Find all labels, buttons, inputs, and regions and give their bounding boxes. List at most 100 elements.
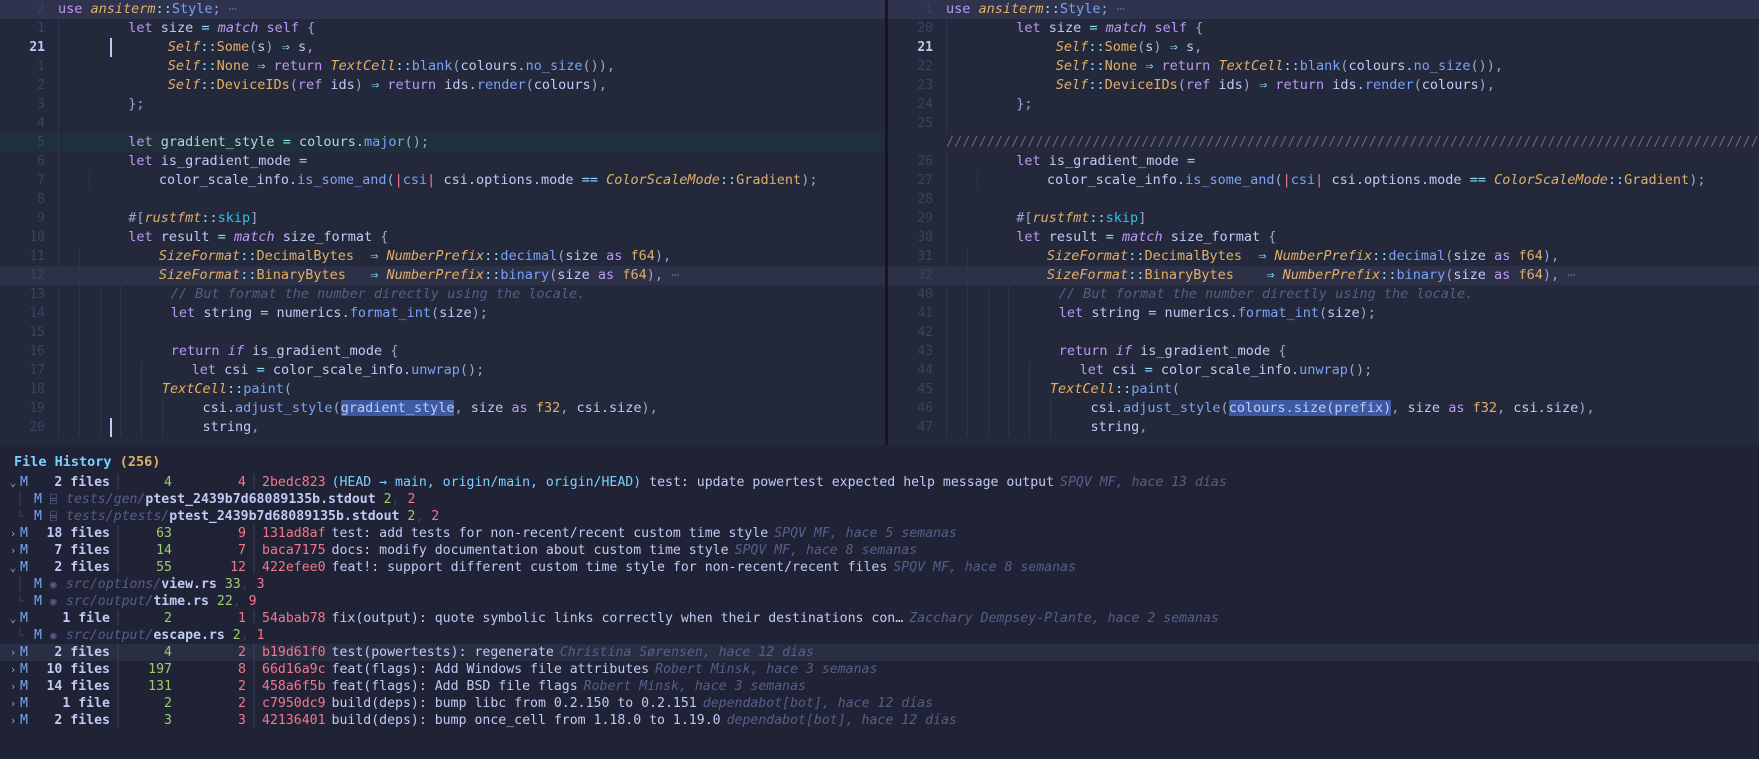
code-line: 7 color_scale_info.is_some_and(|csi| csi… xyxy=(0,171,885,190)
commit-row[interactable]: ›M14 files│1312│458a6f5bfeat(flags): Add… xyxy=(0,678,1759,695)
commit-row[interactable]: ›M7 files│147│baca7175docs: modify docum… xyxy=(0,542,1759,559)
text-cursor xyxy=(110,38,112,57)
file-additions: 2 xyxy=(384,491,392,508)
file-directory: tests/gen/ xyxy=(66,491,145,508)
deletions-count: 7 xyxy=(172,542,246,559)
additions-count: 14 xyxy=(126,542,172,559)
commit-hash[interactable]: 42136401 xyxy=(262,712,326,729)
code-line: 27 color_scale_info.is_some_and(|csi| cs… xyxy=(888,171,1759,190)
file-name: view.rs xyxy=(161,576,225,593)
divider: │ xyxy=(246,678,262,695)
chevron-icon[interactable]: › xyxy=(6,661,20,678)
commit-row[interactable]: ›M18 files│639│131ad8aftest: add tests f… xyxy=(0,525,1759,542)
code-line-cursor: 21 Self::Some(s) ⇒ s, xyxy=(888,38,1759,57)
files-count: 2 files xyxy=(36,644,110,661)
chevron-icon[interactable]: ⌄ xyxy=(6,559,20,576)
status-badge: M xyxy=(20,661,36,678)
commit-row[interactable]: ›M1 file│22│c7950dc9build(deps): bump li… xyxy=(0,695,1759,712)
commit-hash[interactable]: 458a6f5b xyxy=(262,678,326,695)
chevron-icon[interactable]: ⌄ xyxy=(6,610,20,627)
additions-count: 55 xyxy=(126,559,172,576)
commit-row[interactable]: ›M10 files│1978│66d16a9cfeat(flags): Add… xyxy=(0,661,1759,678)
file-type-icon: ⌸ xyxy=(50,491,66,508)
code-line-added: 5 let gradient_style = colours.major(); xyxy=(0,133,885,152)
divider: │ xyxy=(246,525,262,542)
chevron-icon[interactable]: › xyxy=(6,695,20,712)
divider: │ xyxy=(110,542,126,559)
status-badge: M xyxy=(20,542,36,559)
code-line: 40 // But format the number directly usi… xyxy=(888,285,1759,304)
code-line: 6 let is_gradient_mode = xyxy=(0,152,885,171)
code-line: 46 csi.adjust_style(colours.size(prefix)… xyxy=(888,399,1759,418)
divider: │ xyxy=(110,695,126,712)
chevron-icon[interactable]: › xyxy=(6,712,20,729)
files-count: 2 files xyxy=(36,474,110,491)
commit-subject: feat(flags): Add Windows file attributes xyxy=(332,661,650,678)
divider: │ xyxy=(110,474,126,491)
commit-subject: feat!: support different custom time sty… xyxy=(332,559,888,576)
deletions-count: 4 xyxy=(172,474,246,491)
commit-hash[interactable]: b19d61f0 xyxy=(262,644,326,661)
file-row[interactable]: └M◉src/output/time.rs 22, 9 xyxy=(0,593,1759,610)
chevron-icon[interactable]: › xyxy=(6,644,20,661)
line-number: 2 xyxy=(0,0,54,19)
file-deletions: 2 xyxy=(431,508,439,525)
commit-hash[interactable]: baca7175 xyxy=(262,542,326,559)
status-badge: M xyxy=(20,525,36,542)
commit-row[interactable]: ›M2 files│33│42136401build(deps): bump o… xyxy=(0,712,1759,729)
file-history-panel[interactable]: File History (256) ⌄M2 files│44│2bedc823… xyxy=(0,445,1759,759)
editor-window: 2 use ansiterm::Style; ⋯ 1 let size = ma… xyxy=(0,0,1759,759)
code-text: use ansiterm::Style; ⋯ xyxy=(942,0,1759,19)
code-line: 26 let is_gradient_mode = xyxy=(888,152,1759,171)
additions-count: 4 xyxy=(126,644,172,661)
commit-hash[interactable]: 2bedc823 xyxy=(262,474,326,491)
chevron-icon[interactable]: › xyxy=(6,525,20,542)
commit-hash[interactable]: 66d16a9c xyxy=(262,661,326,678)
commit-row[interactable]: ⌄M2 files│44│2bedc823(HEAD → main, origi… xyxy=(0,474,1759,491)
file-status-badge: M xyxy=(34,576,50,593)
file-row[interactable]: │M◉src/options/view.rs 33, 3 xyxy=(0,576,1759,593)
commit-hash[interactable]: c7950dc9 xyxy=(262,695,326,712)
diff-delete-hatch: ////////////////////////////////////////… xyxy=(942,133,1759,152)
code-line: 1 let size = match self { xyxy=(0,19,885,38)
code-line: 1 Self::None ⇒ return TextCell::blank(co… xyxy=(0,57,885,76)
commit-hash[interactable]: 422efee0 xyxy=(262,559,326,576)
file-name: ptest_2439b7d68089135b.stdout xyxy=(169,508,407,525)
status-badge: M xyxy=(20,695,36,712)
status-badge: M xyxy=(20,644,36,661)
chevron-icon[interactable]: › xyxy=(6,678,20,695)
file-deletions: 3 xyxy=(257,576,265,593)
file-row[interactable]: └M◉src/output/escape.rs 2, 1 xyxy=(0,627,1759,644)
commit-row[interactable]: ⌄M1 file│21│54abab78fix(output): quote s… xyxy=(0,610,1759,627)
commit-row[interactable]: ›M2 files│42│b19d61f0test(powertests): r… xyxy=(0,644,1759,661)
chevron-icon[interactable]: ⌄ xyxy=(6,474,20,491)
commit-row[interactable]: ⌄M2 files│5512│422efee0feat!: support di… xyxy=(0,559,1759,576)
text-cursor-secondary xyxy=(110,418,112,437)
code-line: 13 // But format the number directly usi… xyxy=(0,285,885,304)
code-line-cursor: 21 Self::Some(s) ⇒ s, xyxy=(0,38,885,57)
status-badge: M xyxy=(20,678,36,695)
file-additions: 2 xyxy=(233,627,241,644)
code-line-highlight: 32 SizeFormat::BinaryBytes ⇒ NumberPrefi… xyxy=(888,266,1759,285)
file-additions: 2 xyxy=(407,508,415,525)
file-directory: src/options/ xyxy=(66,576,161,593)
commit-hash[interactable]: 54abab78 xyxy=(262,610,326,627)
code-line: 3 }; xyxy=(0,95,885,114)
status-badge: M xyxy=(20,712,36,729)
tree-connector-icon: │ xyxy=(6,576,34,593)
file-row[interactable]: │M⌸tests/gen/ptest_2439b7d68089135b.stdo… xyxy=(0,491,1759,508)
deletions-count: 2 xyxy=(172,678,246,695)
code-line: 20 string, xyxy=(0,418,885,437)
code-line-deleted-band: ////////////////////////////////////////… xyxy=(888,133,1759,152)
file-type-icon: ◉ xyxy=(50,627,66,644)
code-line-highlight: 12 SizeFormat::BinaryBytes ⇒ NumberPrefi… xyxy=(0,266,885,285)
commit-hash[interactable]: 131ad8af xyxy=(262,525,326,542)
tree-connector-icon: │ xyxy=(6,491,34,508)
editor-pane-left[interactable]: 2 use ansiterm::Style; ⋯ 1 let size = ma… xyxy=(0,0,885,445)
commit-subject: build(deps): bump libc from 0.2.150 to 0… xyxy=(332,695,697,712)
file-row[interactable]: └M⌸tests/ptests/ptest_2439b7d68089135b.s… xyxy=(0,508,1759,525)
chevron-icon[interactable]: › xyxy=(6,542,20,559)
editor-pane-right[interactable]: 1 use ansiterm::Style; ⋯ 20 let size = m… xyxy=(888,0,1759,445)
file-history-list[interactable]: ⌄M2 files│44│2bedc823(HEAD → main, origi… xyxy=(0,474,1759,729)
code-line: 28 xyxy=(888,190,1759,209)
